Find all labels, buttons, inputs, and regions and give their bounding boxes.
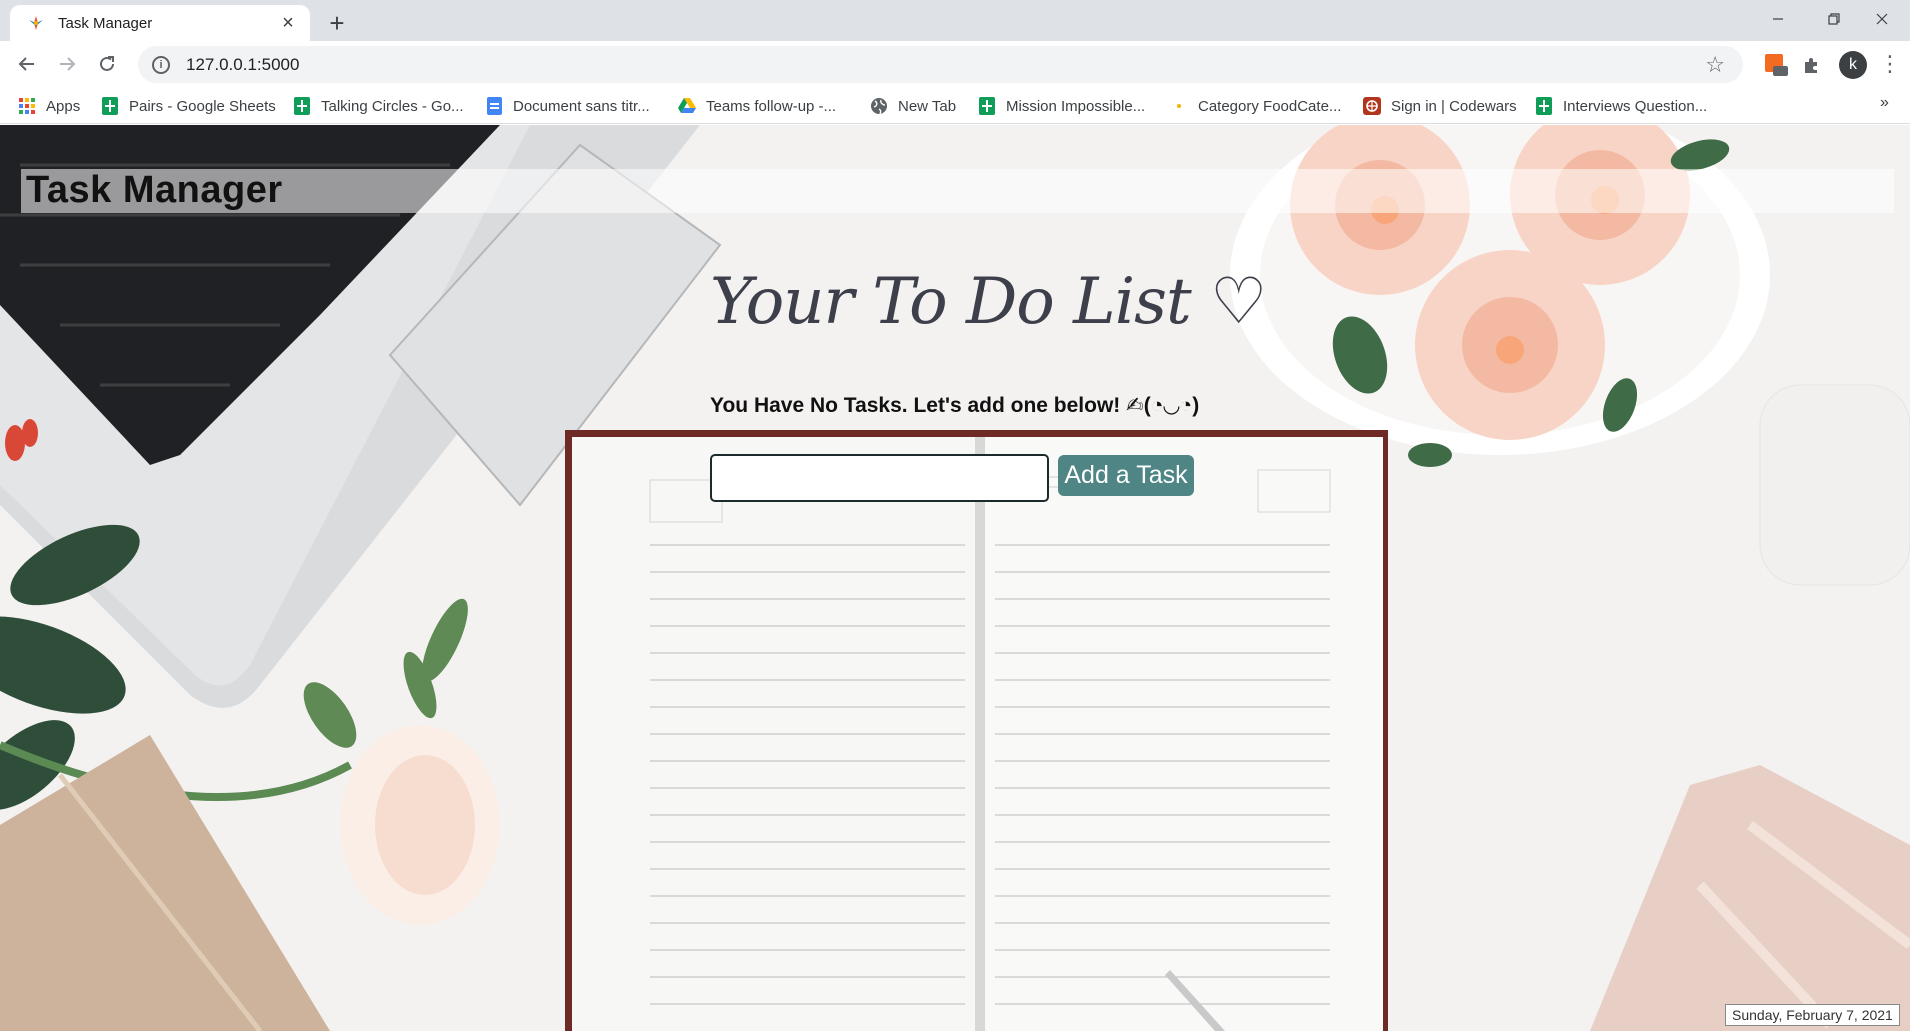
minimize-window-icon[interactable] [1750,0,1806,38]
apps-grid-icon [18,97,36,115]
sheets-icon [293,97,311,115]
new-tab-plus-icon[interactable]: + [322,8,352,38]
bookmark-codewars[interactable]: Sign in | Codewars [1363,94,1517,118]
bookmark-label: Mission Impossible... [1006,97,1146,115]
bookmark-interviews-questions[interactable]: Interviews Question... [1535,94,1707,118]
browser-tab[interactable]: Task Manager × [10,5,310,41]
bookmark-document[interactable]: Document sans titr... [485,94,650,118]
reload-icon[interactable] [90,47,124,81]
add-task-button[interactable]: Add a Task [1058,455,1194,496]
bookmark-talking-circles[interactable]: Talking Circles - Go... [293,94,464,118]
codewars-icon [1363,97,1381,115]
sheets-icon [101,97,119,115]
close-tab-icon[interactable]: × [276,11,300,35]
bookmark-mission-impossible[interactable]: Mission Impossible... [978,94,1145,118]
bookmark-pairs-sheet[interactable]: Pairs - Google Sheets [101,94,276,118]
bookmark-label: Sign in | Codewars [1391,97,1517,115]
bookmark-label: Pairs - Google Sheets [129,97,276,115]
bookmark-label: Teams follow-up -... [706,97,837,115]
bookmark-category-foodcate[interactable]: Category FoodCate... [1170,94,1341,118]
more-bookmarks-chevron-icon[interactable]: » [1880,94,1889,112]
browser-tabstrip: Task Manager × + [0,0,1910,41]
bookmark-label: Interviews Question... [1563,97,1708,115]
page-viewport: Task Manager Your To Do List ♡ You Have … [0,125,1910,1031]
dot-icon [1170,97,1188,115]
address-bar[interactable]: i 127.0.0.1:5000 ☆ [138,46,1743,83]
browser-menu-icon[interactable]: ⋮ [1879,49,1901,79]
bookmark-label: Document sans titr... [513,97,650,115]
bookmark-label: New Tab [898,97,957,115]
tab-title: Task Manager [58,14,153,32]
empty-tasks-message: You Have No Tasks. Let's add one below! … [710,394,1200,417]
bookmark-label: Talking Circles - Go... [321,97,464,115]
back-arrow-icon[interactable] [10,47,44,81]
extensions-puzzle-icon[interactable] [1798,51,1826,79]
date-tooltip: Sunday, February 7, 2021 [1725,1004,1900,1026]
sheets-icon [1535,97,1553,115]
url-text[interactable]: 127.0.0.1:5000 [186,55,299,75]
bookmark-apps[interactable]: Apps [18,94,80,118]
site-info-icon[interactable]: i [152,55,170,74]
forward-arrow-icon[interactable] [50,47,84,81]
header-bar [21,169,1894,213]
bookmark-star-icon[interactable]: ☆ [1705,52,1725,78]
browser-toolbar: i 127.0.0.1:5000 ☆ k ⋮ [0,41,1910,88]
bookmark-label: Category FoodCate... [1198,97,1342,115]
bookmark-new-tab[interactable]: New Tab [870,94,956,118]
background-photo [0,125,1910,1031]
bookmarks-bar: Apps Pairs - Google Sheets Talking Circl… [0,88,1910,124]
list-heading: Your To Do List ♡ [710,265,1267,339]
extension-off-icon[interactable] [1762,51,1790,79]
site-title[interactable]: Task Manager [26,169,283,212]
close-window-icon[interactable] [1854,0,1910,38]
docs-icon [485,97,503,115]
drive-icon [678,97,696,115]
task-input[interactable] [710,454,1049,502]
profile-avatar[interactable]: k [1839,51,1867,79]
bookmark-teams-follow-up[interactable]: Teams follow-up -... [678,94,836,118]
app-favicon-icon [26,13,46,33]
sheets-icon [978,97,996,115]
globe-icon [870,97,888,115]
bookmark-label: Apps [46,97,81,115]
